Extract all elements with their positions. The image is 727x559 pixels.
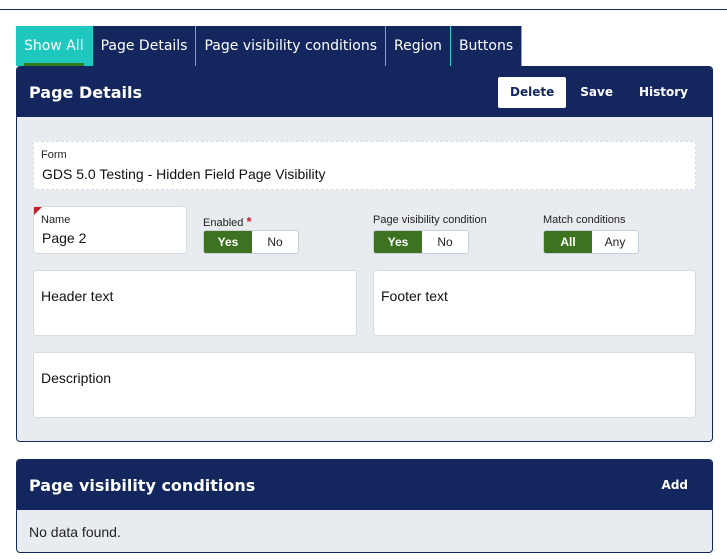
empty-state-text: No data found. bbox=[29, 524, 121, 540]
visibility-conditions-title: Page visibility conditions bbox=[29, 475, 256, 495]
name-label: Name bbox=[41, 214, 71, 226]
tab-region[interactable]: Region bbox=[386, 26, 451, 66]
enabled-label-text: Enabled bbox=[203, 217, 244, 229]
delete-button[interactable]: Delete bbox=[498, 76, 567, 108]
header-text-field[interactable]: Header text bbox=[33, 270, 357, 336]
page-visibility-no-option[interactable]: No bbox=[422, 231, 468, 253]
required-asterisk: * bbox=[246, 214, 252, 229]
visibility-conditions-region: Page visibility conditions Add No data f… bbox=[16, 459, 713, 553]
enabled-yes-option[interactable]: Yes bbox=[204, 231, 252, 253]
page-details-actions: Delete Save History bbox=[498, 76, 700, 108]
tab-page-visibility-conditions[interactable]: Page visibility conditions bbox=[196, 26, 386, 66]
description-field[interactable]: Description bbox=[33, 352, 696, 418]
tab-show-all[interactable]: Show All bbox=[16, 26, 93, 66]
form-value: GDS 5.0 Testing - Hidden Field Page Visi… bbox=[42, 166, 326, 182]
name-value[interactable]: Page 2 bbox=[42, 230, 86, 246]
header-text-label: Header text bbox=[41, 288, 114, 304]
footer-text-field[interactable]: Footer text bbox=[373, 270, 696, 336]
tab-buttons[interactable]: Buttons bbox=[451, 26, 523, 66]
add-button[interactable]: Add bbox=[650, 470, 700, 501]
name-field[interactable]: Name Page 2 bbox=[33, 206, 187, 254]
form-label: Form bbox=[41, 149, 67, 161]
save-button[interactable]: Save bbox=[568, 77, 625, 108]
enabled-no-option[interactable]: No bbox=[252, 231, 298, 253]
footer-text-label: Footer text bbox=[381, 288, 448, 304]
visibility-conditions-header: Page visibility conditions Add bbox=[17, 460, 712, 510]
enabled-label: Enabled * bbox=[203, 214, 252, 229]
page-details-title: Page Details bbox=[29, 82, 143, 102]
match-conditions-label: Match conditions bbox=[543, 214, 626, 226]
visibility-conditions-actions: Add bbox=[650, 470, 700, 501]
page-visibility-condition-toggle[interactable]: Yes No bbox=[373, 230, 469, 254]
match-conditions-toggle[interactable]: All Any bbox=[543, 230, 639, 254]
tab-page-details[interactable]: Page Details bbox=[93, 26, 197, 66]
page-details-region: Page Details Delete Save History Form GD… bbox=[16, 66, 713, 442]
tab-bar: Show All Page Details Page visibility co… bbox=[16, 26, 523, 66]
description-label: Description bbox=[41, 370, 112, 386]
form-display-field: Form GDS 5.0 Testing - Hidden Field Page… bbox=[33, 141, 696, 190]
match-any-option[interactable]: Any bbox=[592, 231, 638, 253]
page-details-header: Page Details Delete Save History bbox=[17, 67, 712, 117]
history-button[interactable]: History bbox=[627, 77, 700, 108]
match-all-option[interactable]: All bbox=[544, 231, 592, 253]
top-divider bbox=[0, 0, 727, 10]
enabled-toggle[interactable]: Yes No bbox=[203, 230, 299, 254]
page-visibility-condition-label: Page visibility condition bbox=[373, 214, 487, 226]
page-visibility-yes-option[interactable]: Yes bbox=[374, 231, 422, 253]
